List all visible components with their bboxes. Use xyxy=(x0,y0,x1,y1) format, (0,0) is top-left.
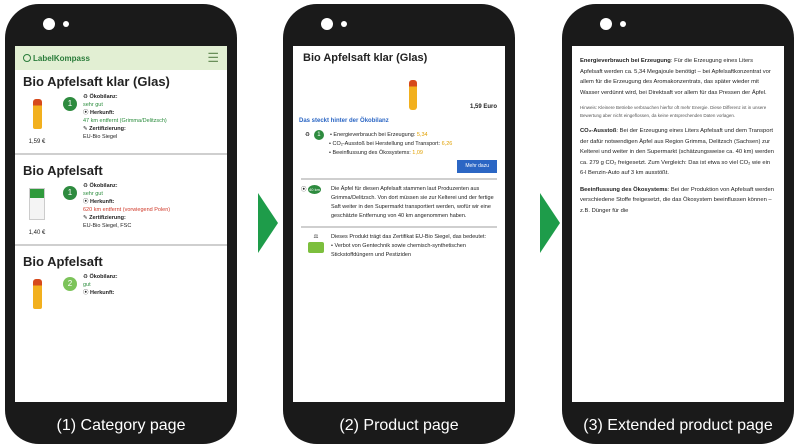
flow-arrow-icon xyxy=(540,193,560,253)
product-price: 1,59 € xyxy=(28,139,46,145)
page-title: Bio Apfelsaft klar (Glas) xyxy=(303,52,428,64)
product-facts: ♻ Ökobilanz: sehr gut ⦿ Herkunft: 47 km … xyxy=(83,94,167,140)
eco-score-badge: 1 xyxy=(313,130,324,140)
leaf-icon: ♻ xyxy=(83,274,88,280)
camera-icon xyxy=(321,18,333,30)
co2-paragraph: CO₂-Ausstoß: Bei der Erzeugung eines Lit… xyxy=(580,128,774,176)
product-price: 1,59 Euro xyxy=(469,104,497,110)
product-facts: ♻ Ökobilanz: sehr gut ⦿ Herkunft: 620 km… xyxy=(83,183,171,229)
sensor-icon xyxy=(620,21,626,27)
phone-frame-extended: Energieverbrauch bei Erzeugung: Für die … xyxy=(562,4,794,444)
category-page-screen: LabelKompass ☰ Bio Apfelsaft klar (Glas)… xyxy=(15,46,227,402)
more-info-button[interactable]: Mehr dazu xyxy=(457,160,497,173)
certificate-icon: ✎ xyxy=(83,215,88,221)
labelkompass-logo[interactable]: LabelKompass xyxy=(23,53,90,63)
sensor-icon xyxy=(341,21,347,27)
location-pin-icon: ⦿ xyxy=(83,290,89,296)
bottle-image xyxy=(32,279,42,309)
camera-icon xyxy=(43,18,55,30)
flow-arrow-icon xyxy=(258,193,278,253)
product-facts: ♻ Ökobilanz: gut ⦿ Herkunft: xyxy=(83,274,118,296)
phone-frame-category: LabelKompass ☰ Bio Apfelsaft klar (Glas)… xyxy=(5,4,237,444)
leaf-icon: ♻ xyxy=(83,183,88,189)
product-card[interactable]: Bio Apfelsaft klar (Glas) 1,59 € 1 ♻ Öko… xyxy=(15,70,227,149)
eco-score-badge: 1 xyxy=(63,186,77,200)
sensor-icon xyxy=(63,21,69,27)
product-price: 1,40 € xyxy=(28,230,46,236)
product-page-screen: Bio Apfelsaft klar (Glas) 1,59 Euro Das … xyxy=(293,46,505,402)
eco-score-badge: 2 xyxy=(63,277,77,291)
carton-image xyxy=(29,188,45,220)
phone-frame-product: Bio Apfelsaft klar (Glas) 1,59 Euro Das … xyxy=(283,4,515,444)
certificate-icon: ⚖ xyxy=(313,234,319,240)
origin-text: Die Äpfel für diesen Apfelsaft stammen l… xyxy=(331,186,494,219)
energy-paragraph: Energieverbrauch bei Erzeugung: Für die … xyxy=(580,58,771,96)
oekobilanz-link[interactable]: Das steckt hinter der Ökobilanz xyxy=(299,118,389,124)
certificate-bullet: • Verbot von Gentechnik sowie chemisch-s… xyxy=(331,243,466,258)
app-header: LabelKompass ☰ xyxy=(15,46,227,70)
product-card[interactable]: Bio Apfelsaft 2 ♻ Ökobilanz: gut ⦿ Herku… xyxy=(15,250,227,313)
ecosystem-paragraph: Beeinflussung des Ökosystems: Bei der Pr… xyxy=(580,186,774,214)
product-card[interactable]: Bio Apfelsaft 1,40 € 1 ♻ Ökobilanz: sehr… xyxy=(15,159,227,240)
bottle-image xyxy=(409,80,417,110)
extended-product-screen: Energieverbrauch bei Erzeugung: Für die … xyxy=(572,46,784,402)
caption-product: (2) Product page xyxy=(339,417,459,434)
certificate-text: Dieses Produkt trägt das Zertifikat EU-B… xyxy=(331,234,486,240)
product-title[interactable]: Bio Apfelsaft xyxy=(15,250,227,271)
product-title[interactable]: Bio Apfelsaft xyxy=(15,159,227,180)
leaf-icon: ♻ xyxy=(83,94,88,100)
eu-bio-logo xyxy=(308,242,324,253)
caption-category: (1) Category page xyxy=(56,417,186,434)
leaf-icon: ♻ xyxy=(305,131,310,138)
location-pin-icon: ⦿ xyxy=(301,187,307,193)
certificate-icon: ✎ xyxy=(83,126,88,132)
location-pin-icon: ⦿ xyxy=(83,199,89,205)
hamburger-menu-icon[interactable]: ☰ xyxy=(207,50,219,66)
distance-badge: 40 km xyxy=(308,185,321,194)
camera-icon xyxy=(600,18,612,30)
location-pin-icon: ⦿ xyxy=(83,110,89,116)
eco-score-badge: 1 xyxy=(63,97,77,111)
caption-extended: (3) Extended product page xyxy=(583,417,773,434)
product-title[interactable]: Bio Apfelsaft klar (Glas) xyxy=(15,70,227,91)
energy-note: Hinweis: Kleinere Betriebe verbrauchen h… xyxy=(580,105,767,118)
bottle-image xyxy=(32,99,42,129)
